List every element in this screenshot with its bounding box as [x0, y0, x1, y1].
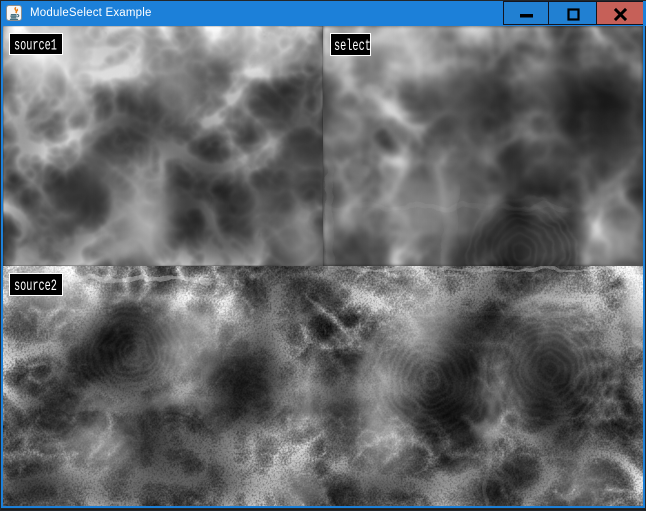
svg-text:source2: source2: [14, 278, 57, 295]
svg-text:source1: source1: [14, 38, 57, 54]
svg-text:select: select: [334, 38, 370, 55]
